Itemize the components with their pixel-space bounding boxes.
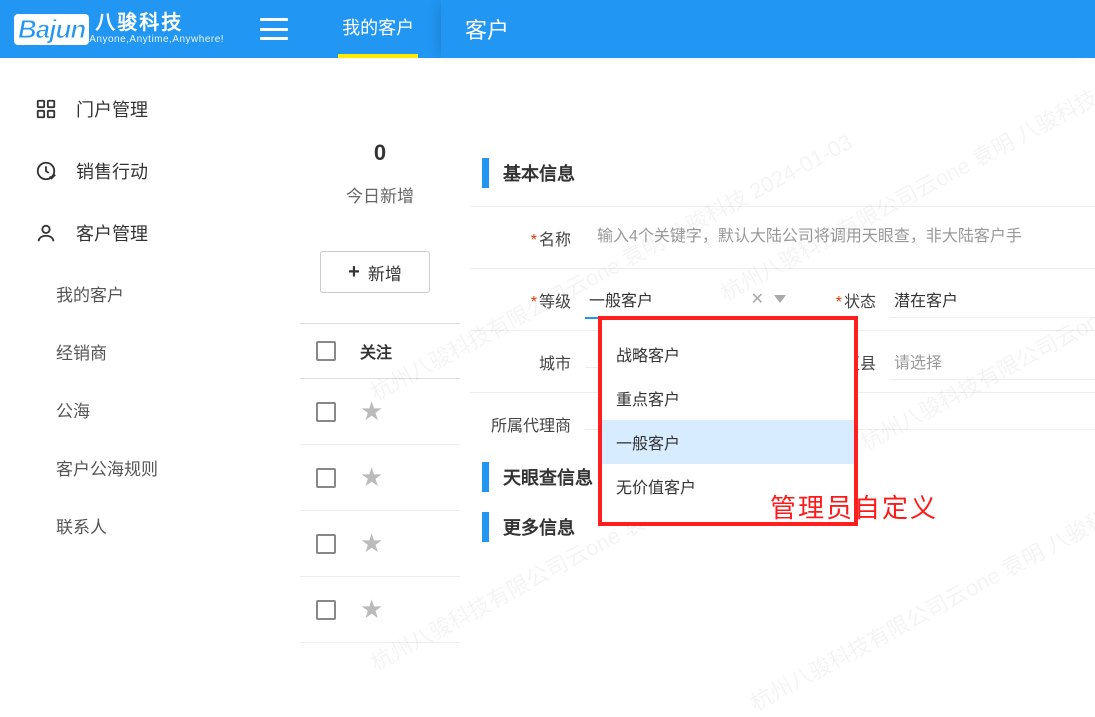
plus-icon: + bbox=[348, 261, 360, 284]
sidebar-sub-pool[interactable]: 公海 bbox=[0, 380, 270, 438]
clear-icon[interactable]: ✕ bbox=[751, 289, 764, 309]
sidebar-item-label: 客户管理 bbox=[76, 220, 148, 246]
sidebar-item-label: 门户管理 bbox=[76, 96, 148, 122]
add-button[interactable]: + 新增 bbox=[320, 251, 430, 293]
level-select[interactable]: 一般客户 ✕ bbox=[585, 281, 790, 319]
sidebar-item-label: 销售行动 bbox=[76, 158, 148, 184]
clock-check-icon bbox=[34, 159, 58, 183]
section-accent bbox=[482, 462, 489, 492]
district-placeholder: 请选择 bbox=[894, 349, 942, 373]
brand-name-cn: 八骏科技 bbox=[95, 13, 224, 33]
label-level: 等级 bbox=[470, 288, 585, 312]
section-accent bbox=[482, 512, 489, 542]
district-select[interactable]: 请选择 bbox=[890, 343, 1095, 380]
level-option-novalue[interactable]: 无价值客户 bbox=[602, 464, 854, 508]
label-city: 城市 bbox=[470, 350, 585, 374]
level-dropdown: 战略客户 重点客户 一般客户 无价值客户 bbox=[598, 316, 858, 526]
row-checkbox[interactable] bbox=[316, 534, 336, 554]
table-row[interactable]: ★ bbox=[300, 511, 460, 577]
brand-logo[interactable]: Bajun 八骏科技 Anyone,Anytime,Anywhere! bbox=[0, 13, 238, 45]
user-icon bbox=[34, 221, 58, 245]
star-icon[interactable]: ★ bbox=[360, 396, 383, 427]
top-tab-my-customers[interactable]: 我的客户 bbox=[338, 0, 418, 58]
section-accent bbox=[482, 158, 489, 188]
sidebar: 门户管理 销售行动 客户管理 我的客户 经销商 公海 客户公海规则 联系人 bbox=[0, 58, 270, 593]
table-row[interactable]: ★ bbox=[300, 379, 460, 445]
star-icon[interactable]: ★ bbox=[360, 528, 383, 559]
summary-column: 0 今日新增 + 新增 关注 ★ ★ ★ ★ bbox=[300, 80, 460, 593]
table-header: 关注 bbox=[300, 323, 460, 379]
label-status: 状态 bbox=[820, 288, 890, 312]
sidebar-item-customers[interactable]: 客户管理 bbox=[0, 202, 270, 264]
level-option-key[interactable]: 重点客户 bbox=[602, 376, 854, 420]
table-row[interactable]: ★ bbox=[300, 445, 460, 511]
sidebar-item-portal[interactable]: 门户管理 bbox=[0, 78, 270, 140]
today-label: 今日新增 bbox=[300, 182, 460, 207]
chevron-down-icon bbox=[774, 295, 786, 303]
status-select[interactable]: 潜在客户 bbox=[890, 281, 1095, 318]
brand-mark: Bajun bbox=[14, 14, 89, 45]
select-all-checkbox[interactable] bbox=[316, 341, 336, 361]
row-checkbox[interactable] bbox=[316, 402, 336, 422]
topbar: Bajun 八骏科技 Anyone,Anytime,Anywhere! 我的客户 bbox=[0, 0, 441, 58]
level-option-strategic[interactable]: 战略客户 bbox=[602, 332, 854, 376]
today-count: 0 bbox=[300, 140, 460, 166]
level-option-normal[interactable]: 一般客户 bbox=[602, 420, 854, 464]
grid-icon bbox=[34, 97, 58, 121]
label-proxy: 所属代理商 bbox=[470, 412, 585, 436]
row-name: 名称 bbox=[470, 206, 1095, 268]
name-input[interactable] bbox=[593, 220, 1087, 255]
sidebar-sub-contacts[interactable]: 联系人 bbox=[0, 496, 270, 554]
sidebar-sub-dealers[interactable]: 经销商 bbox=[0, 322, 270, 380]
status-value: 潜在客户 bbox=[894, 287, 958, 311]
label-name: 名称 bbox=[470, 226, 585, 250]
sidebar-sub-my-customers[interactable]: 我的客户 bbox=[0, 264, 270, 322]
star-icon[interactable]: ★ bbox=[360, 594, 383, 625]
brand-tagline: Anyone,Anytime,Anywhere! bbox=[89, 35, 224, 45]
row-checkbox[interactable] bbox=[316, 600, 336, 620]
sidebar-sub-pool-rules[interactable]: 客户公海规则 bbox=[0, 438, 270, 496]
section-title: 基本信息 bbox=[503, 160, 575, 186]
panel-title-bar: 客户 bbox=[441, 0, 1095, 58]
menu-toggle-icon[interactable] bbox=[260, 18, 288, 40]
row-checkbox[interactable] bbox=[316, 468, 336, 488]
star-icon[interactable]: ★ bbox=[360, 462, 383, 493]
sidebar-item-sales[interactable]: 销售行动 bbox=[0, 140, 270, 202]
section-title: 天眼查信息 bbox=[503, 464, 593, 490]
column-follow: 关注 bbox=[360, 339, 392, 363]
table-row[interactable]: ★ bbox=[300, 577, 460, 643]
panel-title: 客户 bbox=[465, 13, 509, 45]
section-basic: 基本信息 bbox=[482, 158, 1095, 188]
level-value: 一般客户 bbox=[589, 287, 751, 311]
add-button-label: 新增 bbox=[368, 260, 402, 285]
section-title: 更多信息 bbox=[503, 514, 575, 540]
